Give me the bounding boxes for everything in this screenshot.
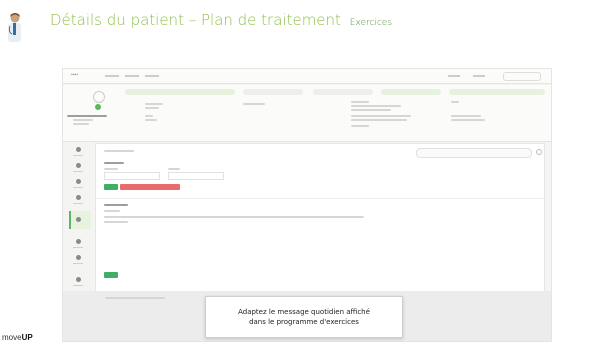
instruction-callout: Adaptez le message quotidien affiché dan… xyxy=(205,296,403,338)
info-tab-pill[interactable] xyxy=(243,89,303,95)
callout-line-1: Adaptez le message quotidien affiché xyxy=(238,308,370,316)
sidebar-label xyxy=(73,155,83,156)
footer-text xyxy=(105,297,165,299)
submit-button[interactable] xyxy=(104,272,118,278)
sidebar-icon[interactable] xyxy=(76,239,81,244)
sidebar-label xyxy=(73,285,83,286)
sidebar-label xyxy=(73,203,83,204)
sidebar-icon[interactable] xyxy=(76,195,81,200)
status-dot-icon xyxy=(95,104,101,110)
divider xyxy=(96,198,544,199)
doctor-avatar-icon xyxy=(6,12,22,44)
field-value xyxy=(351,125,369,127)
nav-tab-3[interactable] xyxy=(145,75,159,77)
section-title xyxy=(104,204,128,206)
sidebar-icon[interactable] xyxy=(76,277,81,282)
callout-line-2: dans le programme d'exercices xyxy=(249,318,359,326)
brand-part-2: UP xyxy=(21,333,33,342)
user-menu-button[interactable] xyxy=(503,72,541,81)
date-input[interactable] xyxy=(168,172,224,180)
app-logo: ▪▪▪▪ xyxy=(71,72,79,78)
nav-tab-1[interactable] xyxy=(105,75,119,77)
field-label xyxy=(168,168,180,170)
field-value xyxy=(451,119,485,121)
field-label xyxy=(451,101,459,103)
patient-name-text xyxy=(67,115,107,117)
daily-message-text[interactable] xyxy=(104,221,128,223)
field-label xyxy=(351,101,369,103)
field-value xyxy=(351,109,391,111)
sidebar-icon[interactable] xyxy=(76,179,81,184)
info-tab-pill[interactable] xyxy=(125,89,235,95)
date-input[interactable] xyxy=(104,172,160,180)
field-value xyxy=(351,115,411,117)
daily-message-text[interactable] xyxy=(104,216,364,218)
slide-header: Détails du patient – Plan de traitement … xyxy=(0,0,610,44)
save-button[interactable] xyxy=(104,184,118,190)
field-value xyxy=(351,105,401,107)
sidebar-label xyxy=(73,263,83,264)
nav-right-item-2[interactable] xyxy=(473,75,485,77)
search-input[interactable] xyxy=(416,148,532,158)
panel-heading xyxy=(104,150,134,152)
field-value xyxy=(451,115,481,117)
sidebar-icon[interactable] xyxy=(76,255,81,260)
sidebar-icon[interactable] xyxy=(76,163,81,168)
brand-part-1: move xyxy=(2,333,22,342)
nav-right-item-1[interactable] xyxy=(448,75,460,77)
search-icon xyxy=(536,149,542,155)
exercise-icon xyxy=(76,217,81,222)
moveup-logo: moveUP xyxy=(2,333,33,342)
slide-subtitle: Exercices xyxy=(349,18,393,28)
section-title xyxy=(104,162,124,164)
delete-button[interactable] xyxy=(120,184,180,190)
sidebar-label xyxy=(73,247,83,248)
field-value xyxy=(351,119,407,121)
patient-info-bar xyxy=(63,85,551,142)
patient-photo-placeholder xyxy=(93,91,105,103)
field-label xyxy=(104,210,120,212)
field-value xyxy=(145,119,157,121)
field-value xyxy=(145,115,153,117)
info-tab-pill[interactable] xyxy=(313,89,373,95)
field-label xyxy=(104,168,118,170)
field-label xyxy=(243,103,265,105)
patient-meta-text xyxy=(73,123,89,125)
app-top-navigation: ▪▪▪▪ xyxy=(63,69,551,84)
field-value xyxy=(145,107,159,109)
info-tab-pill[interactable] xyxy=(381,89,441,95)
slide-title-text: Détails du patient – Plan de traitement xyxy=(50,11,341,29)
sidebar-label xyxy=(73,171,83,172)
sidebar-icon[interactable] xyxy=(76,147,81,152)
nav-tab-2[interactable] xyxy=(125,75,139,77)
field-label xyxy=(145,103,163,105)
info-tab-pill[interactable] xyxy=(449,89,545,95)
sidebar-label xyxy=(73,187,83,188)
slide-title: Détails du patient – Plan de traitement … xyxy=(50,11,392,29)
patient-meta-text xyxy=(73,119,93,121)
